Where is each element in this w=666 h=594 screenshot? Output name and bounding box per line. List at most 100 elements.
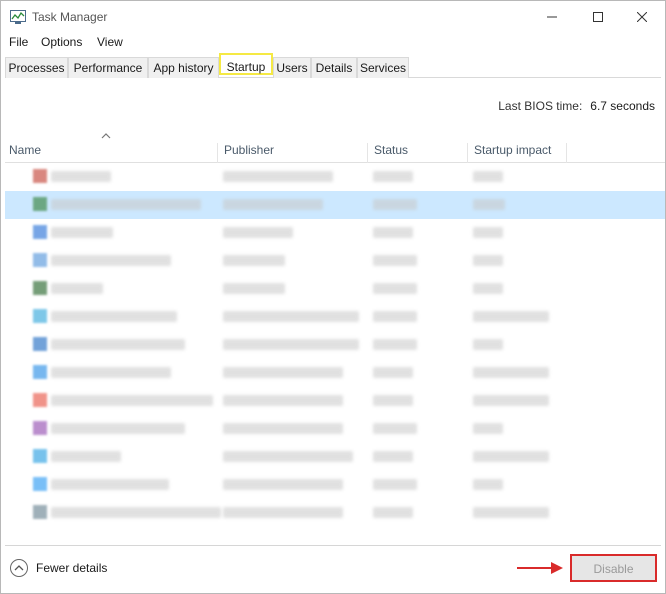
row-name-cell xyxy=(51,199,201,210)
app-icon xyxy=(33,337,47,351)
row-impact-cell xyxy=(473,171,503,182)
bios-value: 6.7 seconds xyxy=(590,99,655,113)
fewer-details-button[interactable]: Fewer details xyxy=(10,559,107,577)
table-row[interactable] xyxy=(5,247,665,275)
column-header-publisher[interactable]: Publisher xyxy=(217,143,367,163)
row-status-cell xyxy=(373,451,413,462)
table-row[interactable] xyxy=(5,331,665,359)
app-icon xyxy=(33,421,47,435)
row-name-cell xyxy=(51,507,221,518)
maximize-button[interactable] xyxy=(575,1,621,33)
row-name-cell xyxy=(51,311,177,322)
tab-startup[interactable]: Startup xyxy=(219,53,273,75)
table-row[interactable] xyxy=(5,415,665,443)
column-header-status[interactable]: Status xyxy=(367,143,467,163)
app-icon xyxy=(33,393,47,407)
app-icon xyxy=(33,505,47,519)
chevron-up-circle-icon xyxy=(10,559,28,577)
row-publisher-cell xyxy=(223,227,293,238)
row-name-cell xyxy=(51,479,169,490)
fewer-details-label: Fewer details xyxy=(36,561,108,575)
row-status-cell xyxy=(373,171,413,182)
tab-services[interactable]: Services xyxy=(357,57,409,78)
row-publisher-cell xyxy=(223,199,323,210)
row-status-cell xyxy=(373,311,417,322)
row-publisher-cell xyxy=(223,283,285,294)
row-publisher-cell xyxy=(223,367,343,378)
table-row[interactable] xyxy=(5,359,665,387)
row-impact-cell xyxy=(473,367,549,378)
row-publisher-cell xyxy=(223,423,343,434)
app-icon xyxy=(33,281,47,295)
column-header-name[interactable]: Name xyxy=(5,143,217,163)
bios-label: Last BIOS time: xyxy=(498,99,583,113)
row-status-cell xyxy=(373,395,413,406)
tab-users[interactable]: Users xyxy=(273,57,311,78)
tab-details[interactable]: Details xyxy=(311,57,357,78)
table-row[interactable] xyxy=(5,219,665,247)
task-manager-window: Task Manager File Options View Processes… xyxy=(0,0,666,594)
app-icon xyxy=(33,449,47,463)
row-status-cell xyxy=(373,367,413,378)
row-name-cell xyxy=(51,395,213,406)
row-publisher-cell xyxy=(223,311,359,322)
menu-options[interactable]: Options xyxy=(41,35,82,49)
row-name-cell xyxy=(51,423,185,434)
table-row[interactable] xyxy=(5,387,665,415)
title-bar[interactable]: Task Manager xyxy=(1,1,665,33)
row-impact-cell xyxy=(473,283,503,294)
table-row[interactable] xyxy=(5,275,665,303)
chevron-up-icon xyxy=(14,565,24,571)
row-name-cell xyxy=(51,227,113,238)
row-status-cell xyxy=(373,199,417,210)
row-publisher-cell xyxy=(223,451,353,462)
row-status-cell xyxy=(373,283,417,294)
minimize-icon xyxy=(547,16,557,18)
table-row[interactable] xyxy=(5,443,665,471)
table-row[interactable] xyxy=(5,471,665,499)
row-status-cell xyxy=(373,227,413,238)
row-publisher-cell xyxy=(223,479,343,490)
row-impact-cell xyxy=(473,227,503,238)
app-icon xyxy=(33,197,47,211)
disable-button[interactable]: Disable xyxy=(570,554,657,582)
menu-file[interactable]: File xyxy=(9,35,28,49)
app-icon xyxy=(33,169,47,183)
column-header-row: Name Publisher Status Startup impact xyxy=(5,139,665,163)
row-name-cell xyxy=(51,255,171,266)
row-name-cell xyxy=(51,339,185,350)
row-status-cell xyxy=(373,255,417,266)
task-manager-icon xyxy=(10,10,26,24)
maximize-icon xyxy=(593,12,603,22)
row-name-cell xyxy=(51,283,103,294)
tab-strip: Processes Performance App history Startu… xyxy=(5,53,661,78)
footer-divider xyxy=(5,545,661,546)
table-row[interactable] xyxy=(5,499,665,527)
table-row[interactable] xyxy=(5,163,665,191)
row-impact-cell xyxy=(473,199,505,210)
app-icon xyxy=(33,309,47,323)
row-name-cell xyxy=(51,451,121,462)
row-publisher-cell xyxy=(223,507,343,518)
tab-processes[interactable]: Processes xyxy=(5,57,68,78)
row-status-cell xyxy=(373,423,417,434)
menu-view[interactable]: View xyxy=(97,35,123,49)
tab-performance[interactable]: Performance xyxy=(68,57,148,78)
row-impact-cell xyxy=(473,423,503,434)
app-icon xyxy=(33,477,47,491)
close-icon xyxy=(637,12,647,22)
table-row[interactable] xyxy=(5,191,665,219)
row-publisher-cell xyxy=(223,395,343,406)
window-title: Task Manager xyxy=(32,10,108,24)
tab-app-history[interactable]: App history xyxy=(148,57,219,78)
startup-list xyxy=(5,163,665,527)
minimize-button[interactable] xyxy=(529,1,575,33)
table-row[interactable] xyxy=(5,303,665,331)
row-impact-cell xyxy=(473,479,503,490)
menu-bar: File Options View xyxy=(1,33,665,53)
column-header-startup-impact[interactable]: Startup impact xyxy=(467,143,567,163)
row-publisher-cell xyxy=(223,255,285,266)
close-button[interactable] xyxy=(619,1,665,33)
row-publisher-cell xyxy=(223,339,359,350)
row-status-cell xyxy=(373,507,413,518)
